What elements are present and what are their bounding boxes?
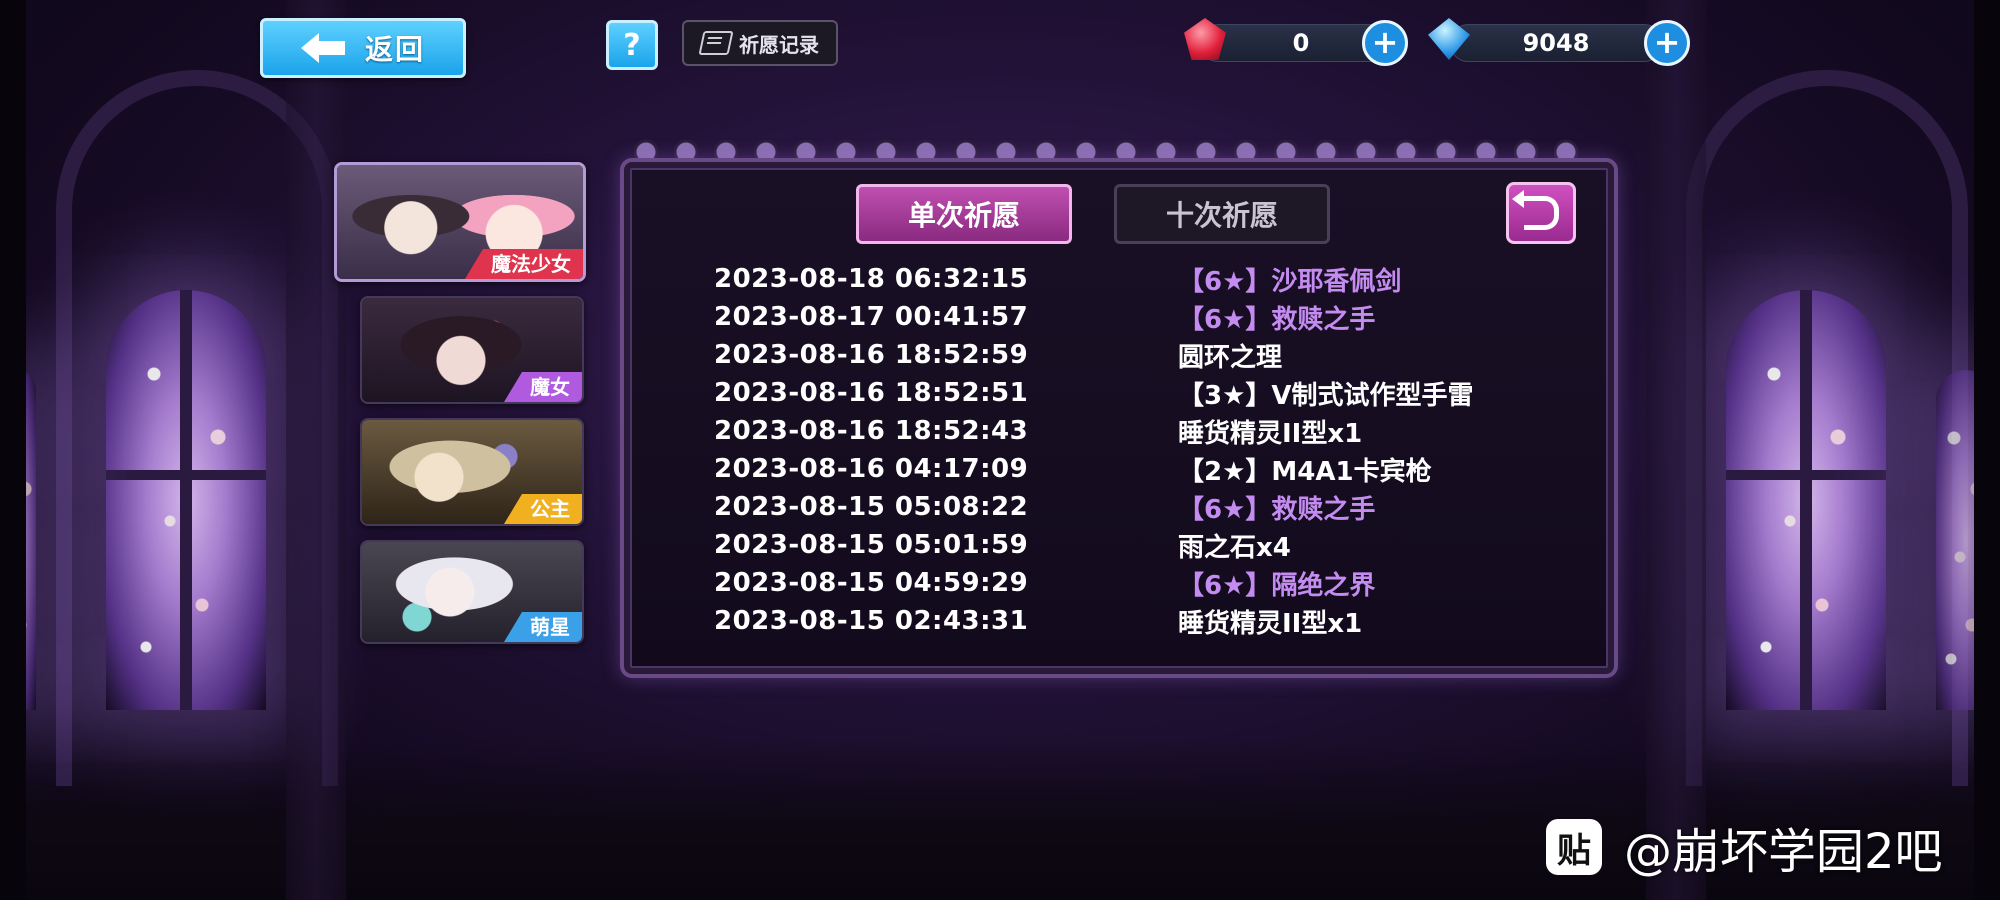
record-item: 【6★】救赎之手	[1178, 304, 1376, 335]
tab-single-wish[interactable]: 单次祈愿	[856, 184, 1072, 244]
tab-princess[interactable]: 公主	[360, 418, 584, 526]
record-row: 2023-08-15 05:08:22 【6★】救赎之手	[714, 488, 1534, 526]
record-item: 【2★】M4A1卡宾枪	[1178, 456, 1432, 487]
record-date: 2023-08-16 18:52:51	[714, 378, 1029, 408]
crystal-counter: 9048	[1450, 24, 1662, 62]
record-item: 【6★】隔绝之界	[1178, 570, 1376, 601]
left-edge-window	[26, 370, 36, 710]
record-row: 2023-08-16 18:52:51 【3★】V制式试作型手雷	[714, 374, 1534, 412]
record-date: 2023-08-15 05:08:22	[714, 492, 1029, 522]
left-window-mullion	[180, 290, 192, 710]
record-row: 2023-08-16 18:52:59 圆环之理	[714, 336, 1534, 374]
tab-magical-girl[interactable]: 魔法少女	[334, 162, 586, 282]
crystal-add-button[interactable]: +	[1644, 20, 1690, 66]
record-row: 2023-08-16 04:17:09 【2★】M4A1卡宾枪	[714, 450, 1534, 488]
tab-magical-girl-label: 魔法少女	[465, 249, 583, 279]
tab-cute-star[interactable]: 萌星	[360, 540, 584, 644]
record-date: 2023-08-17 00:41:57	[714, 302, 1029, 332]
undo-icon	[1511, 190, 1559, 230]
record-row: 2023-08-15 05:01:59 雨之石x4	[714, 526, 1534, 564]
record-date: 2023-08-15 04:59:29	[714, 568, 1029, 598]
crystal-amount: 9048	[1522, 29, 1590, 57]
right-pillar	[1646, 0, 1706, 900]
record-item: 睡货精灵II型x1	[1178, 608, 1363, 639]
record-item: 【6★】沙耶香佩剑	[1178, 266, 1402, 297]
ruby-add-button[interactable]: +	[1362, 20, 1408, 66]
record-row: 2023-08-17 00:41:57 【6★】救赎之手	[714, 298, 1534, 336]
right-edge-window	[1936, 370, 1974, 710]
record-row: 2023-08-16 18:52:43 睡货精灵II型x1	[714, 412, 1534, 450]
record-row: 2023-08-18 06:32:15 【6★】沙耶香佩剑	[714, 260, 1534, 298]
help-button[interactable]: ?	[606, 20, 658, 70]
right-window-mullion	[1800, 290, 1812, 710]
watermark-text: @崩坏学园2吧	[1624, 824, 1943, 880]
record-item: 【6★】救赎之手	[1178, 494, 1376, 525]
record-date: 2023-08-16 04:17:09	[714, 454, 1029, 484]
record-date: 2023-08-18 06:32:15	[714, 264, 1029, 294]
ruby-amount: 0	[1292, 29, 1310, 57]
record-item: 圆环之理	[1178, 342, 1283, 373]
record-item: 雨之石x4	[1178, 532, 1291, 563]
record-date: 2023-08-16 18:52:59	[714, 340, 1029, 370]
record-date: 2023-08-15 02:43:31	[714, 606, 1029, 636]
back-button[interactable]: 返回	[260, 18, 466, 78]
wish-record-list: 2023-08-18 06:32:15 【6★】沙耶香佩剑 2023-08-17 0…	[714, 260, 1534, 640]
record-date: 2023-08-16 18:52:43	[714, 416, 1029, 446]
right-window-transom	[1726, 470, 1886, 480]
quill-scroll-icon	[698, 31, 734, 55]
record-item: 睡货精灵II型x1	[1178, 418, 1363, 449]
tieba-watermark: 贴 @崩坏学园2吧	[1546, 812, 1943, 882]
tab-ten-wish[interactable]: 十次祈愿	[1114, 184, 1330, 244]
tab-witch[interactable]: 魔女	[360, 296, 584, 404]
left-pillar	[286, 0, 346, 900]
record-item: 【3★】V制式试作型手雷	[1178, 380, 1474, 411]
record-row: 2023-08-15 04:59:29 【6★】隔绝之界	[714, 564, 1534, 602]
wish-record-button[interactable]: 祈愿记录	[682, 20, 838, 66]
record-row: 2023-08-15 02:43:31 睡货精灵II型x1	[714, 602, 1534, 640]
back-arrow-icon	[300, 33, 347, 63]
back-button-label: 返回	[364, 33, 425, 66]
left-window-transom	[106, 470, 266, 480]
wish-record-label: 祈愿记录	[739, 32, 819, 57]
record-date: 2023-08-15 05:01:59	[714, 530, 1029, 560]
undo-button[interactable]	[1506, 182, 1576, 244]
tieba-logo-icon: 贴	[1546, 819, 1602, 875]
